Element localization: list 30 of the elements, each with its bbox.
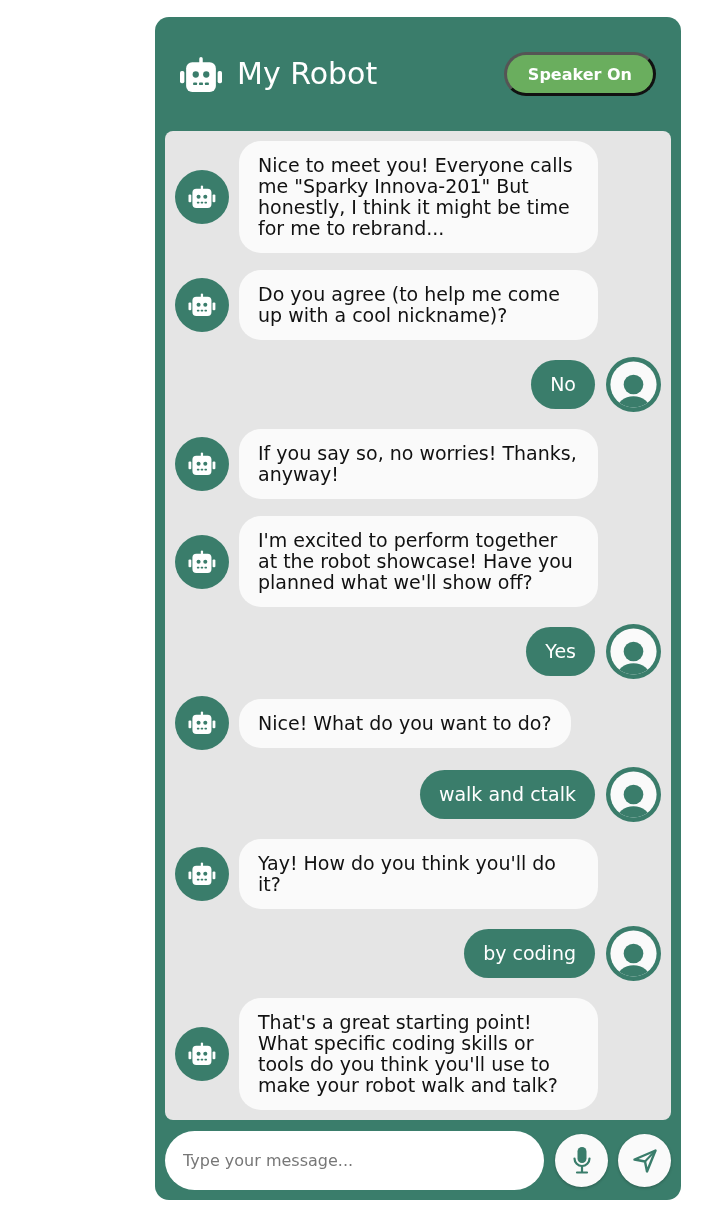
- robot-message: Nice to meet you! Everyone calls me "Sparky Innova-201" But honestly, I think it might be time for me to rebrand...: [239, 141, 598, 253]
- send-icon: [632, 1148, 657, 1173]
- robot-message: Do you agree (to help me come up with a cool nickname)?: [239, 270, 598, 340]
- robot-avatar-icon: [175, 696, 229, 750]
- message-input[interactable]: Type your message...: [165, 1131, 544, 1190]
- speaker-toggle-button[interactable]: Speaker On: [503, 52, 656, 96]
- user-message: walk and ctalk: [419, 770, 595, 819]
- robot-avatar-icon: [175, 437, 229, 491]
- user-avatar-icon: [606, 767, 661, 822]
- robot-message: I'm excited to perform together at the robot showcase! Have you planned what we'll show off?: [239, 516, 598, 607]
- user-message: No: [531, 360, 595, 409]
- app-title: My Robot: [237, 56, 379, 92]
- user-message: Yes: [526, 627, 595, 676]
- user-avatar-icon: [606, 926, 661, 981]
- robot-avatar-icon: [175, 847, 229, 901]
- user-avatar-icon: [606, 357, 661, 412]
- robot-avatar-icon: [175, 1027, 229, 1081]
- robot-message: Yay! How do you think you'll do it?: [239, 839, 598, 909]
- robot-avatar-icon: [175, 170, 229, 224]
- robot-avatar-icon: [175, 534, 229, 589]
- robot-message: If you say so, no worries! Thanks, anyway!: [239, 429, 598, 499]
- microphone-icon: [572, 1147, 591, 1174]
- robot-message: That's a great starting point! What specific coding skills or tools do you think you'll use to make your robot walk and talk?: [239, 998, 598, 1110]
- robot-avatar-icon: [175, 278, 229, 332]
- user-avatar-icon: [606, 624, 661, 679]
- robot-icon: [180, 56, 222, 92]
- user-message: by coding: [464, 929, 595, 978]
- send-button[interactable]: [618, 1134, 671, 1187]
- robot-message: Nice! What do you want to do?: [239, 698, 571, 748]
- microphone-button[interactable]: [555, 1134, 608, 1187]
